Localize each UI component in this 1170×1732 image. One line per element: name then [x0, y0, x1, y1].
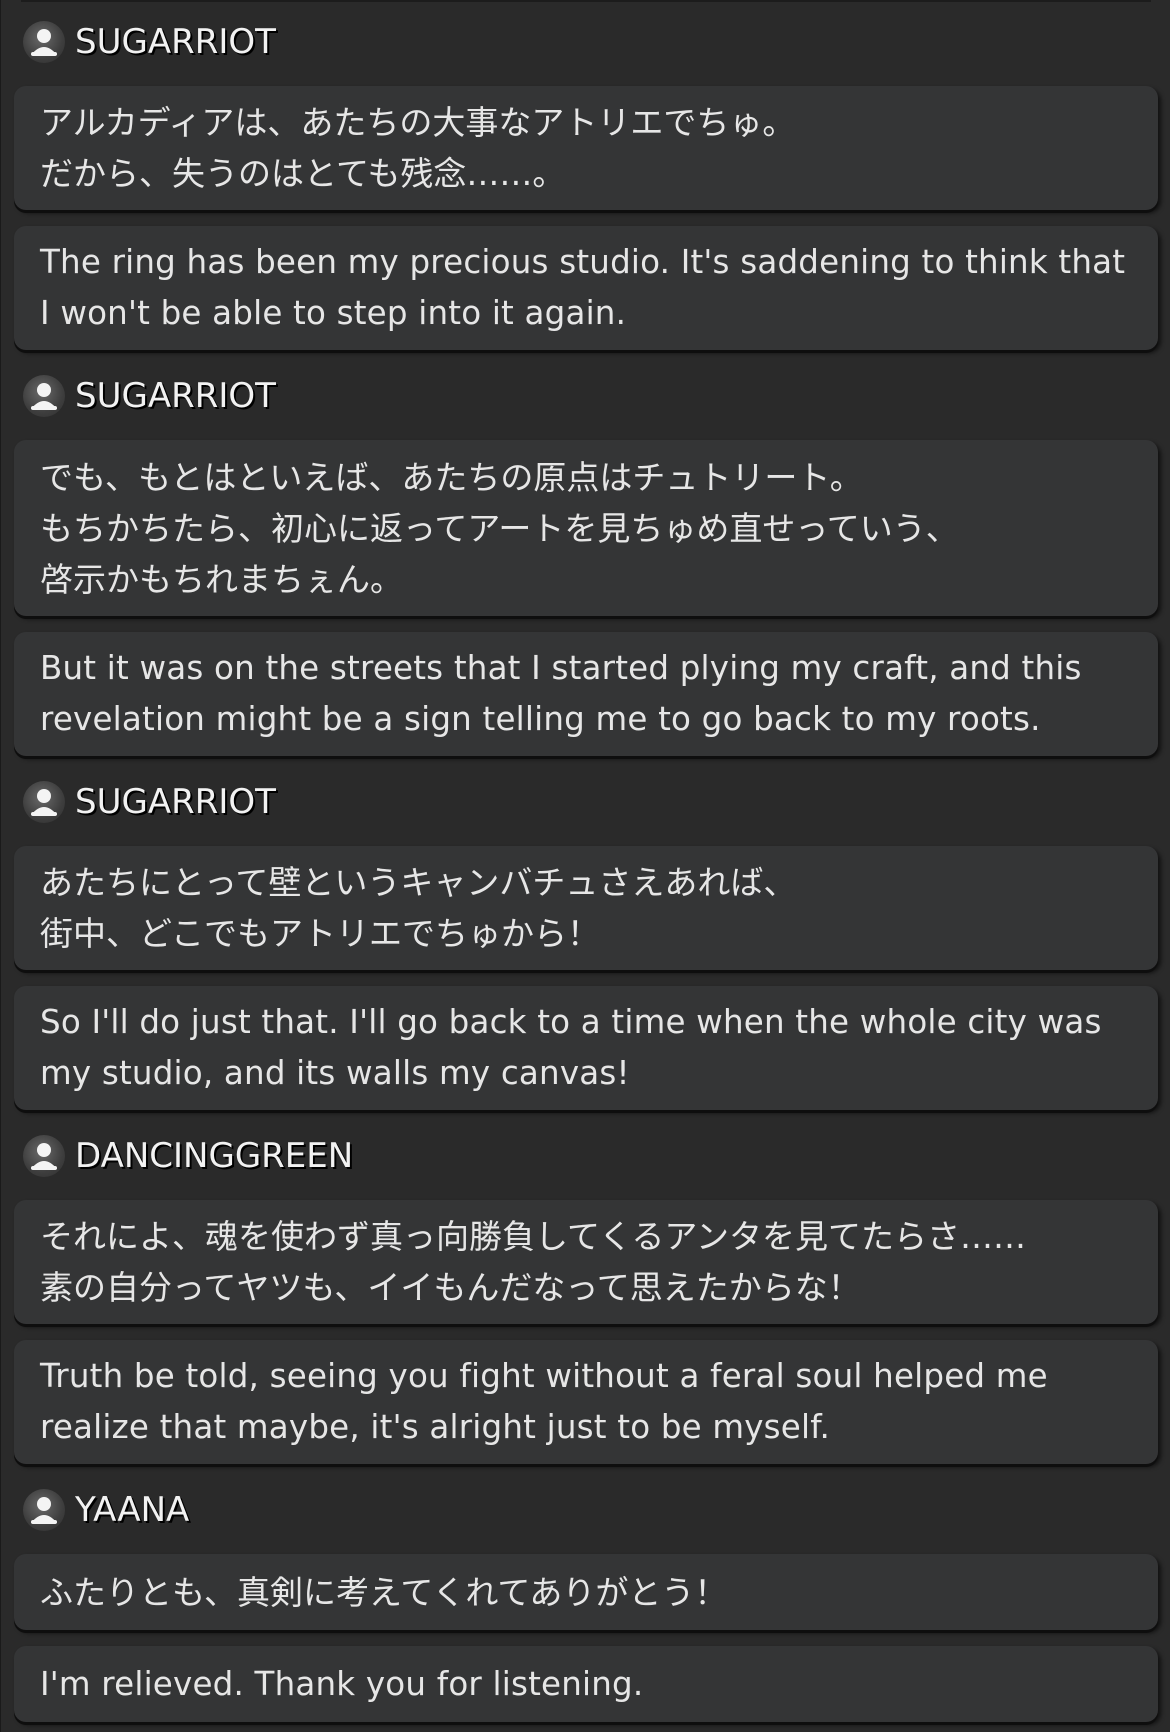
dialogue-bubble-japanese: アルカディアは、あたちの大事なアトリエでちゅ。 だから、失うのはとても残念……。 [14, 86, 1158, 210]
dialogue-log[interactable]: SUGARRIOT アルカディアは、あたちの大事なアトリエでちゅ。 だから、失う… [0, 0, 1170, 1732]
dialogue-text-english: The ring has been my precious studio. It… [40, 243, 1126, 332]
dialogue-text-japanese: アルカディアは、あたちの大事なアトリエでちゅ。 だから、失うのはとても残念……。 [40, 103, 796, 193]
speaker-name: SUGARRIOT [75, 376, 276, 416]
dialogue-text-english: So I'll do just that. I'll go back to a … [40, 1003, 1102, 1092]
avatar-icon [23, 21, 65, 63]
speaker-name: SUGARRIOT [75, 22, 276, 62]
speaker-header: YAANA [23, 1487, 189, 1533]
dialogue-bubble-english: Truth be told, seeing you fight without … [14, 1340, 1158, 1464]
avatar-icon [23, 375, 65, 417]
speaker-header: SUGARRIOT [23, 19, 276, 65]
dialogue-bubble-english: So I'll do just that. I'll go back to a … [14, 986, 1158, 1110]
speaker-name: YAANA [75, 1490, 190, 1530]
top-divider [21, 0, 1151, 2]
dialogue-bubble-japanese: ふたりとも、真剣に考えてくれてありがとう！ [14, 1554, 1158, 1630]
avatar-icon [23, 1135, 65, 1177]
dialogue-bubble-english: The ring has been my precious studio. It… [14, 226, 1158, 350]
dialogue-bubble-english: But it was on the streets that I started… [14, 632, 1158, 756]
avatar-icon [23, 781, 65, 823]
dialogue-text-english: I'm relieved. Thank you for listening. [40, 1664, 644, 1703]
dialogue-text-japanese: でも、もとはといえば、あたちの原点はチュトリート。 もちかちたら、初心に返ってア… [40, 457, 959, 599]
avatar-icon [23, 1489, 65, 1531]
dialogue-text-english: But it was on the streets that I started… [40, 649, 1082, 738]
dialogue-bubble-japanese: でも、もとはといえば、あたちの原点はチュトリート。 もちかちたら、初心に返ってア… [14, 440, 1158, 616]
speaker-header: DANCINGGREEN [23, 1133, 353, 1179]
dialogue-bubble-english: I'm relieved. Thank you for listening. [14, 1646, 1158, 1722]
speaker-header: SUGARRIOT [23, 373, 276, 419]
dialogue-text-japanese: それによ、魂を使わず真っ向勝負してくるアンタを見てたらさ…… 素の自分ってヤツも… [40, 1217, 1027, 1307]
dialogue-text-japanese: ふたりとも、真剣に考えてくれてありがとう！ [40, 1572, 728, 1612]
dialogue-text-english: Truth be told, seeing you fight without … [40, 1357, 1048, 1446]
dialogue-text-japanese: あたちにとって壁というキャンバチュさえあれば、 街中、どこでもアトリエでちゅから… [40, 863, 797, 953]
dialogue-bubble-japanese: それによ、魂を使わず真っ向勝負してくるアンタを見てたらさ…… 素の自分ってヤツも… [14, 1200, 1158, 1324]
speaker-name: DANCINGGREEN [75, 1136, 354, 1176]
speaker-header: SUGARRIOT [23, 779, 276, 825]
dialogue-bubble-japanese: あたちにとって壁というキャンバチュさえあれば、 街中、どこでもアトリエでちゅから… [14, 846, 1158, 970]
speaker-name: SUGARRIOT [75, 782, 276, 822]
